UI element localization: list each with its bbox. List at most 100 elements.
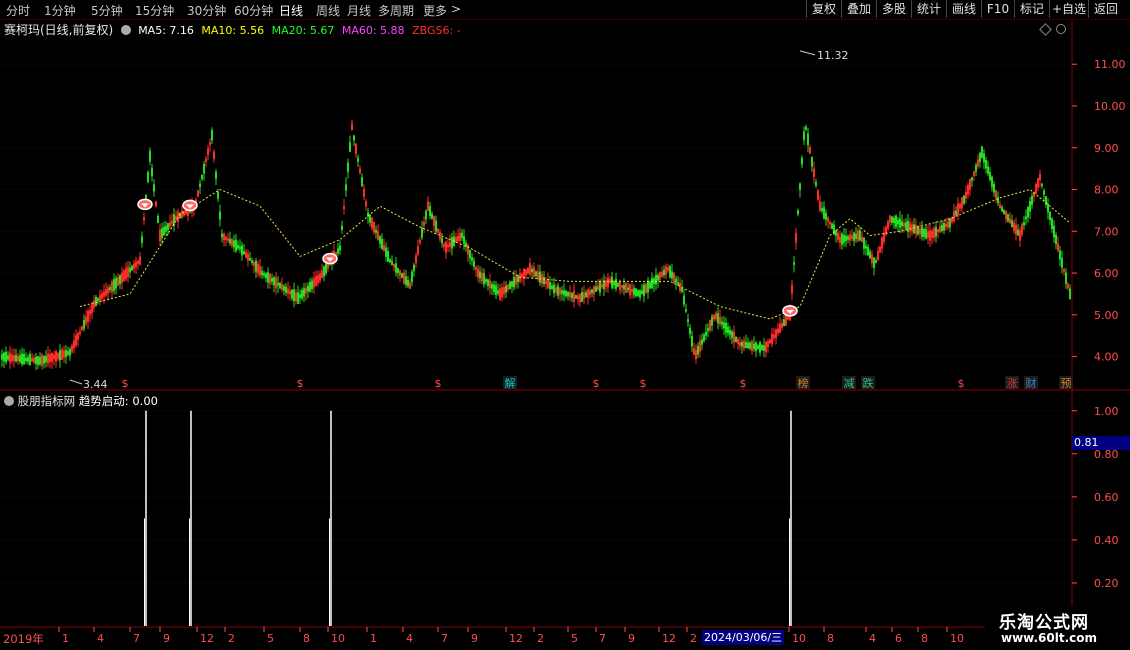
candle-body	[489, 280, 491, 289]
candle-body	[803, 131, 805, 140]
candle-body	[1035, 183, 1037, 194]
event-label[interactable]: $	[640, 377, 647, 390]
event-label[interactable]: $	[435, 377, 442, 390]
stock-title[interactable]: 赛柯玛(日线,前复权)	[4, 23, 113, 37]
candle-body	[871, 254, 873, 264]
candle-body	[529, 263, 531, 275]
indicator-name[interactable]: 股朋指标网	[18, 394, 76, 408]
candle-body	[1017, 229, 1019, 236]
candle-body	[219, 211, 221, 220]
candle-body	[673, 272, 675, 283]
candle-body	[231, 239, 233, 246]
candle-body	[691, 335, 693, 347]
event-label[interactable]: $	[122, 377, 129, 390]
candle-body	[941, 224, 943, 231]
candle-body	[643, 284, 645, 297]
x-tick-label: 2	[537, 632, 544, 645]
x-tick-label: 10	[331, 632, 345, 645]
candle-body	[597, 285, 599, 291]
candle-body	[699, 340, 701, 352]
candle-body	[577, 295, 579, 300]
candle-body	[1051, 218, 1053, 229]
candle-body	[65, 350, 67, 358]
candle-body	[345, 184, 347, 191]
candle-body	[979, 152, 981, 162]
candle-body	[797, 210, 799, 215]
candle-body	[223, 233, 225, 241]
candle-body	[849, 234, 851, 241]
event-label[interactable]: 涨	[1007, 377, 1018, 390]
candle-body	[589, 290, 591, 296]
candle-body	[153, 184, 155, 192]
event-label[interactable]: 财	[1026, 376, 1037, 390]
candle-body	[161, 228, 163, 239]
candle-body	[427, 201, 429, 211]
x-tick-label: 7	[599, 632, 606, 645]
signal-marker-icon	[137, 198, 153, 211]
candle-body	[255, 260, 257, 272]
candle-body	[635, 288, 637, 297]
candle-body	[761, 344, 763, 351]
event-label[interactable]: 预	[1061, 377, 1072, 390]
candle-body	[395, 263, 397, 273]
candle-body	[739, 342, 741, 346]
candle-body	[499, 288, 501, 300]
candle-body	[943, 223, 945, 231]
candle-body	[207, 148, 209, 156]
candle-body	[703, 334, 705, 342]
event-label[interactable]: 榜	[798, 376, 809, 390]
candle-body	[483, 273, 485, 285]
candle-body	[417, 246, 419, 255]
event-label[interactable]: 解	[505, 376, 516, 390]
candle-body	[1027, 206, 1029, 218]
candle-body	[137, 260, 139, 264]
candle-body	[633, 287, 635, 296]
indicator-legend: 股朋指标网 趋势启动: 0.00	[4, 393, 158, 409]
candle-body	[557, 285, 559, 296]
candle-body	[653, 278, 655, 285]
indicator-toggle-icon[interactable]	[4, 396, 14, 406]
candle-body	[539, 271, 541, 283]
candle-body	[853, 232, 855, 241]
candle-body	[897, 219, 899, 225]
candle-body	[241, 245, 243, 256]
indicator-y-tick-label: 0.20	[1094, 577, 1119, 590]
candle-body	[131, 265, 133, 271]
candle-body	[877, 250, 879, 261]
event-label[interactable]: $	[740, 377, 747, 390]
price-chart[interactable]: $ $ $ 解 $ $ $ 榜减跌 $ 涨财预 11.323.44 11.0010.009.008…	[0, 0, 1130, 650]
candle-body	[127, 266, 129, 278]
min-price-pointer	[69, 379, 83, 385]
candle-body	[807, 133, 809, 146]
y-tick-label: 7.00	[1094, 225, 1119, 238]
candle-body	[713, 314, 715, 320]
event-label[interactable]: $	[958, 377, 965, 390]
event-label[interactable]: 减	[844, 377, 855, 390]
candle-body	[43, 355, 45, 364]
candle-body	[845, 235, 847, 241]
circle-icon[interactable]	[1056, 24, 1066, 34]
candle-body	[569, 292, 571, 298]
candle-body	[463, 236, 465, 245]
candle-body	[823, 207, 825, 219]
candle-body	[51, 352, 53, 362]
candle-body	[1069, 288, 1071, 300]
candle-body	[409, 282, 411, 289]
candle-body	[181, 210, 183, 219]
event-label[interactable]: 跌	[863, 376, 874, 390]
candle-body	[1037, 178, 1039, 188]
candle-body	[1023, 222, 1025, 226]
event-label[interactable]: $	[297, 377, 304, 390]
candle-body	[991, 176, 993, 188]
candle-body	[611, 276, 613, 288]
candle-body	[571, 292, 573, 299]
candle-body	[541, 274, 543, 284]
event-label[interactable]: $	[593, 377, 600, 390]
candle-body	[757, 345, 759, 349]
candle-body	[679, 282, 681, 291]
legend-ma60: MA60: 5.88	[341, 24, 405, 37]
candle-body	[249, 258, 251, 261]
signal-marker-icon	[782, 305, 798, 317]
legend-toggle-icon[interactable]	[120, 25, 131, 35]
candle-body	[491, 283, 493, 289]
